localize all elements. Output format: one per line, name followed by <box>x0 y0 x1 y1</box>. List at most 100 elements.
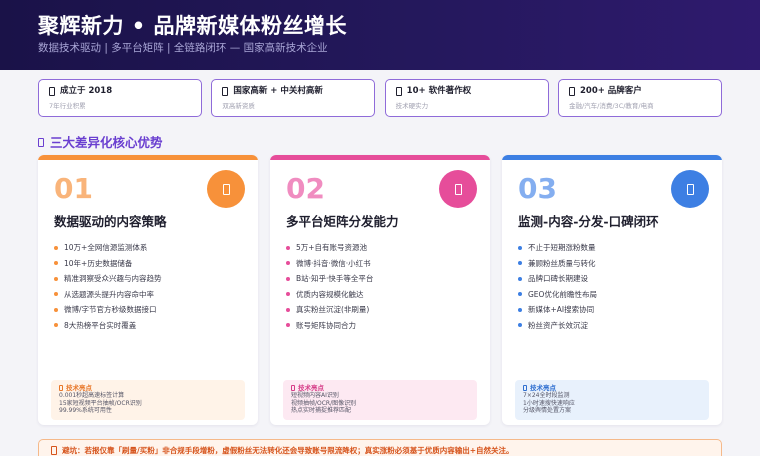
badge-copyright: 10+ 软件著作权 技术硬实力 <box>384 79 549 117</box>
list-item: 5万+自有账号资源池 <box>286 240 373 256</box>
card-accent-bar <box>270 155 490 160</box>
tech-line: 视频抽帧/OCR/图像识别 <box>291 399 357 407</box>
badge-subtitle: 金融/汽车/消费/3C/教育/电商 <box>568 102 654 110</box>
bullet-dot <box>518 323 522 328</box>
badge-subtitle: 7年行业积累 <box>49 102 86 110</box>
card-icon-circle <box>671 170 709 208</box>
bullet-dot <box>518 245 522 250</box>
card-title: 数据驱动的内容策略 <box>54 214 167 229</box>
bullet-dot <box>54 276 58 281</box>
document-icon <box>395 87 402 96</box>
list-item: GEO优化前瞻性布局 <box>518 287 597 303</box>
bullet-dot <box>286 261 290 266</box>
certificate-icon <box>222 87 229 96</box>
tech-line: 15家短视频平台抽帧/OCR识别 <box>59 399 142 407</box>
card-number: 01 <box>54 172 93 205</box>
card-number: 02 <box>286 172 325 205</box>
bullet-dot <box>54 292 58 297</box>
tech-title: 技术亮点 <box>59 384 245 392</box>
bullet-dot <box>54 245 58 250</box>
warning-icon <box>51 446 57 455</box>
tech-line: 99.99%系统可用性 <box>59 407 112 414</box>
bullet-dot <box>54 307 58 312</box>
badge-hightech: 国家高新 + 中关村高新 双高新资质 <box>211 79 376 117</box>
warning-banner: 避坑：若报仅靠「刷量/买粉」非合规手段增粉，虚假粉丝无法转化还会导致账号限流降权… <box>38 439 722 456</box>
list-item: 品牌口碑长期建设 <box>518 271 597 287</box>
bullet-dot <box>518 292 522 297</box>
calendar-icon <box>49 87 55 96</box>
badge-subtitle: 技术硬实力 <box>395 102 429 110</box>
tech-line: 热点实时捕捉推荐匹配 <box>291 407 352 414</box>
bullet-dot <box>54 261 58 266</box>
warning-text: 避坑：若报仅靠「刷量/买粉」非合规手段增粉，虚假粉丝无法转化还会导致账号限流降权… <box>62 446 514 455</box>
page-title: 聚辉新力 • 品牌新媒体粉丝增长 <box>38 14 348 38</box>
bullet-dot <box>518 307 522 312</box>
page-subtitle: 数据技术驱动 | 多平台矩阵 | 全链路闭环 — 国家高新技术企业 <box>38 42 328 54</box>
list-item: 优质内容规模化触达 <box>286 287 373 303</box>
badge-title: 200+ 品牌客户 <box>579 86 642 96</box>
tech-title: 技术亮点 <box>523 384 709 392</box>
list-item: 不止于短期涨粉数量 <box>518 240 597 256</box>
bullet-dot <box>518 276 522 281</box>
tech-line: 0.001秒超高速标签计算 <box>59 392 125 399</box>
tech-line: 7×24全时段监测 <box>523 392 570 399</box>
list-item: 微博/字节官方秒级数据接口 <box>54 302 162 318</box>
card-title: 监测-内容-分发-口碑闭环 <box>518 214 659 229</box>
list-item: 新媒体+AI搜索协同 <box>518 302 597 318</box>
users-icon <box>568 87 575 96</box>
card-accent-bar <box>502 155 722 160</box>
card-icon-circle <box>439 170 477 208</box>
list-item: 10万+全网信源监测体系 <box>54 240 162 256</box>
bolt-icon <box>291 385 295 391</box>
advantage-card-data: 01 数据驱动的内容策略 10万+全网信源监测体系 10年+历史数据储备 精准洞… <box>38 155 258 425</box>
star-icon <box>38 138 44 147</box>
bolt-icon <box>523 385 527 391</box>
list-item: 微博·抖音·微信·小红书 <box>286 256 373 272</box>
tech-highlight-box: 技术亮点 7×24全时段监测 1小时速搜快速响应 分级舆情处置方案 <box>515 380 709 420</box>
list-item: 精准洞察受众兴趣与内容趋势 <box>54 271 162 287</box>
section-title: 三大差异化核心优势 <box>38 135 163 150</box>
card-icon-circle <box>207 170 245 208</box>
tech-title: 技术亮点 <box>291 384 477 392</box>
list-item: 8大热榜平台实时覆盖 <box>54 318 162 334</box>
list-item: 粉丝资产长效沉淀 <box>518 318 597 334</box>
list-item: 10年+历史数据储备 <box>54 256 162 272</box>
tech-line: 1小时速搜快速响应 <box>523 399 575 407</box>
badge-title: 国家高新 + 中关村高新 <box>233 86 323 96</box>
bullet-dot <box>518 261 522 266</box>
chart-icon <box>222 183 230 195</box>
loop-icon <box>686 183 694 195</box>
badge-title: 10+ 软件著作权 <box>406 86 472 96</box>
tech-line: 分级舆情处置方案 <box>523 407 572 414</box>
bullet-dot <box>286 292 290 297</box>
page-header: 聚辉新力 • 品牌新媒体粉丝增长 数据技术驱动 | 多平台矩阵 | 全链路闭环 … <box>0 0 760 70</box>
badge-clients: 200+ 品牌客户 金融/汽车/消费/3C/教育/电商 <box>557 79 722 117</box>
list-item: 从选题源头提升内容命中率 <box>54 287 162 303</box>
card-accent-bar <box>38 155 258 160</box>
list-item: 账号矩阵协同合力 <box>286 318 373 334</box>
bolt-icon <box>59 385 63 391</box>
badge-subtitle: 双高新资质 <box>222 102 255 110</box>
bullet-dot <box>54 323 58 328</box>
list-item: B站·知乎·快手等全平台 <box>286 271 373 287</box>
tech-highlight-box: 技术亮点 0.001秒超高速标签计算 15家短视频平台抽帧/OCR识别 99.9… <box>51 380 245 420</box>
badge-founded: 成立于 2018 7年行业积累 <box>38 79 202 117</box>
network-icon <box>454 183 462 195</box>
card-feature-list: 不止于短期涨粉数量 兼顾粉丝质量与转化 品牌口碑长期建设 GEO优化前瞻性布局 … <box>518 240 597 333</box>
bullet-dot <box>286 323 290 328</box>
card-feature-list: 10万+全网信源监测体系 10年+历史数据储备 精准洞察受众兴趣与内容趋势 从选… <box>54 240 162 333</box>
bullet-dot <box>286 245 290 250</box>
card-feature-list: 5万+自有账号资源池 微博·抖音·微信·小红书 B站·知乎·快手等全平台 优质内… <box>286 240 373 333</box>
list-item: 真实粉丝沉淀(非刷量) <box>286 302 373 318</box>
tech-highlight-box: 技术亮点 短视频内容AI识别 视频抽帧/OCR/图像识别 热点实时捕捉推荐匹配 <box>283 380 477 420</box>
bullet-dot <box>286 276 290 281</box>
bullet-dot <box>286 307 290 312</box>
credential-badges: 成立于 2018 7年行业积累 国家高新 + 中关村高新 双高新资质 10+ 软… <box>38 79 722 117</box>
list-item: 兼顾粉丝质量与转化 <box>518 256 597 272</box>
tech-line: 短视频内容AI识别 <box>291 392 339 399</box>
advantage-card-matrix: 02 多平台矩阵分发能力 5万+自有账号资源池 微博·抖音·微信·小红书 B站·… <box>270 155 490 425</box>
card-title: 多平台矩阵分发能力 <box>286 214 399 229</box>
badge-title: 成立于 2018 <box>60 86 113 96</box>
advantage-card-loop: 03 监测-内容-分发-口碑闭环 不止于短期涨粉数量 兼顾粉丝质量与转化 品牌口… <box>502 155 722 425</box>
card-number: 03 <box>518 172 557 205</box>
